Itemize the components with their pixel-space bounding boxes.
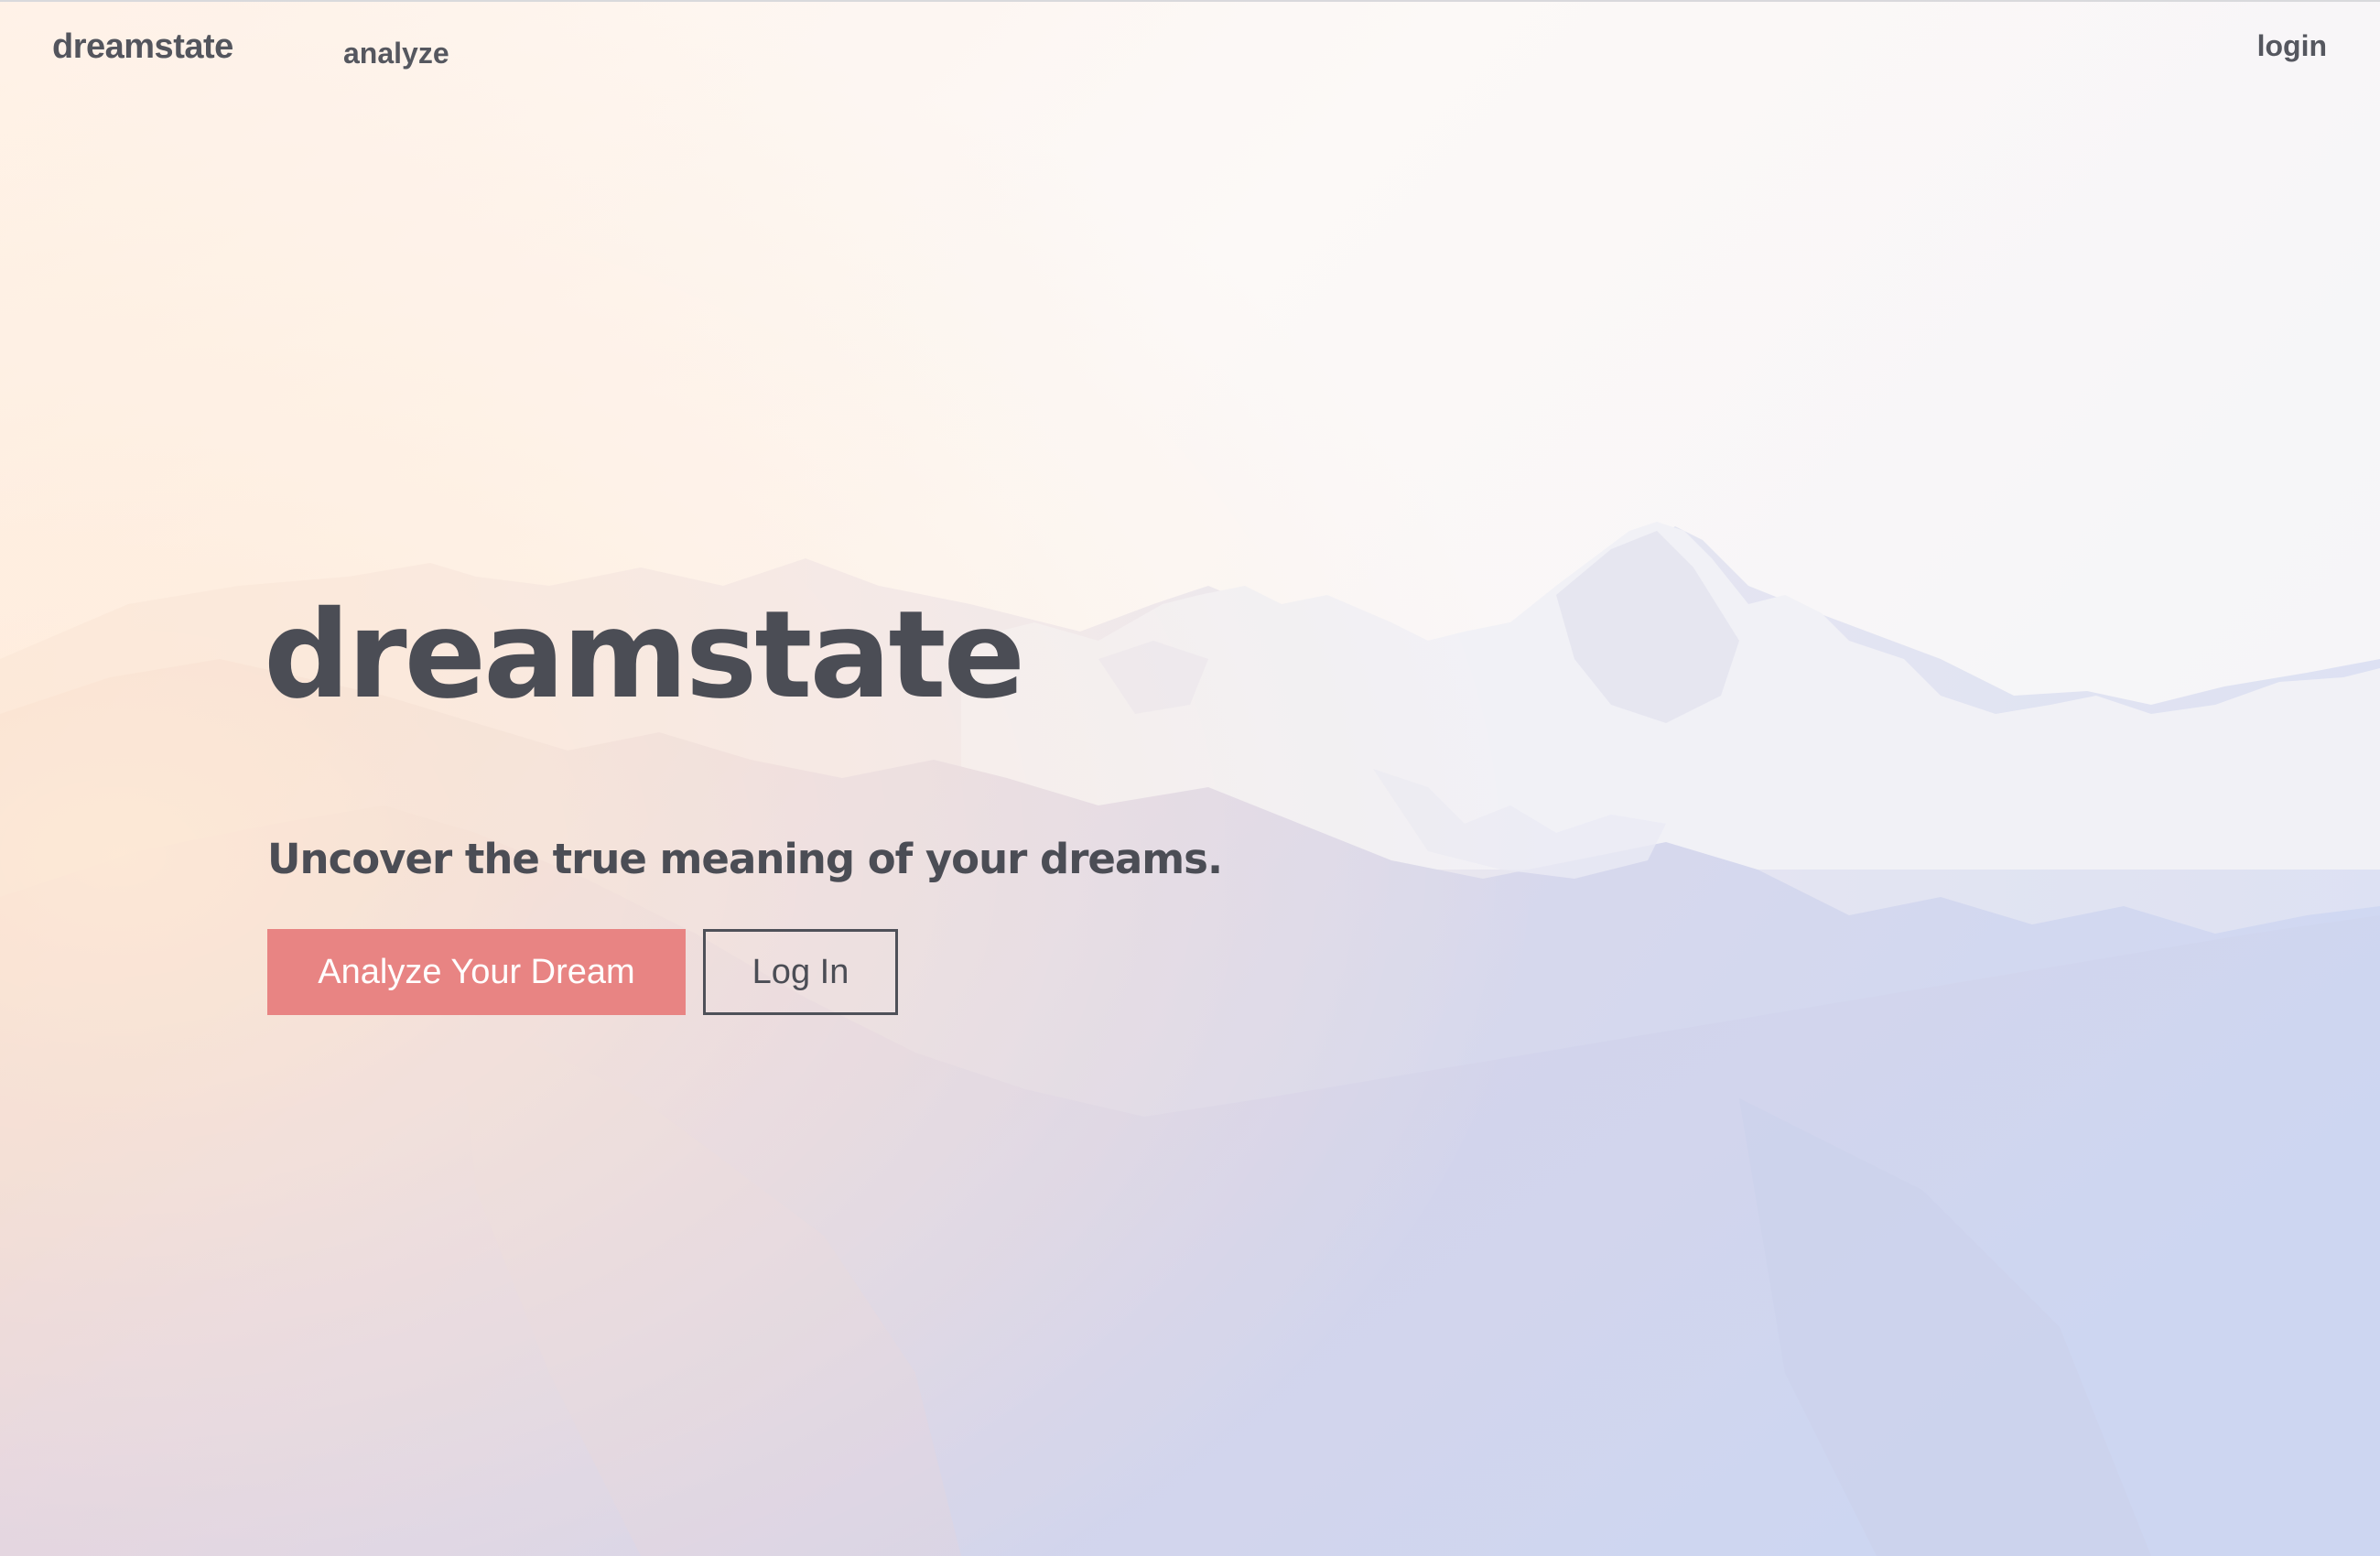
analyze-dream-button[interactable]: Analyze Your Dream [267,929,686,1015]
mountain-landscape-image [0,0,2380,1556]
hero-background [0,0,2380,1556]
hero-tagline: Uncover the true meaning of your dreams. [267,835,1223,883]
top-border [0,0,2380,2]
nav-link-login[interactable]: login [2257,29,2327,63]
nav-brand-logo[interactable]: dreamstate [52,27,233,67]
log-in-button[interactable]: Log In [703,929,898,1015]
hero-title: dreamstate [264,585,1025,726]
nav-link-analyze[interactable]: analyze [343,37,449,70]
